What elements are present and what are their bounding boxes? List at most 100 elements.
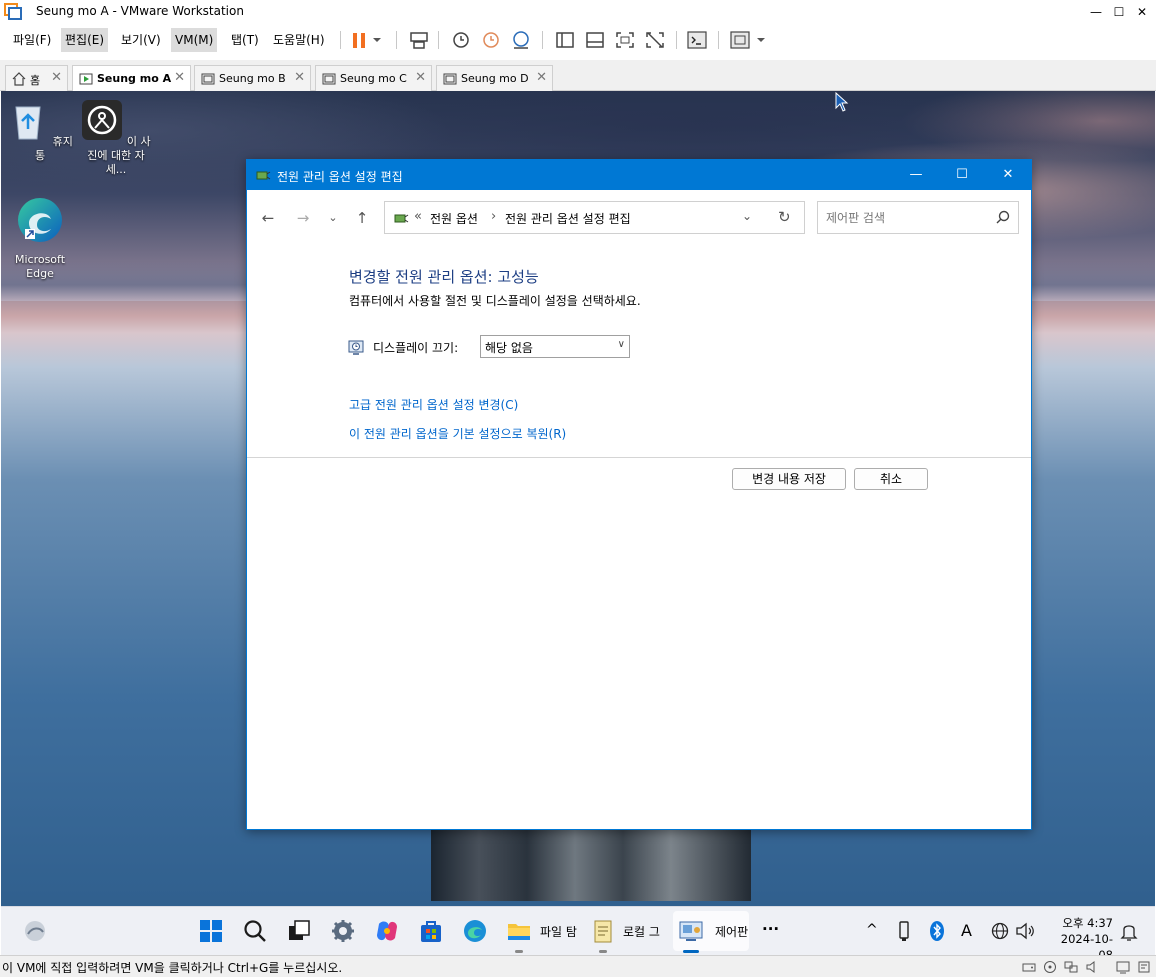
tab-seung-mo-a[interactable]: Seung mo A ✕	[72, 65, 191, 92]
usb-device-icon[interactable]	[894, 918, 914, 944]
snapshot-icon[interactable]	[450, 29, 472, 51]
power-window-titlebar[interactable]: 전원 관리 옵션 설정 편집 — ☐ ✕	[247, 160, 1031, 190]
network-icon[interactable]	[990, 918, 1010, 944]
revert-snapshot-icon[interactable]	[480, 29, 502, 51]
search-input[interactable]	[826, 208, 986, 228]
search-icon[interactable]	[996, 210, 1010, 224]
hard-disk-icon[interactable]	[1022, 960, 1036, 974]
tab-seung-mo-b[interactable]: Seung mo B ✕	[194, 65, 311, 91]
vm-icon	[443, 73, 457, 85]
input-method-indicator[interactable]: A	[961, 921, 972, 940]
volume-icon[interactable]	[1014, 918, 1036, 944]
cancel-button[interactable]: 취소	[854, 468, 928, 490]
close-icon[interactable]: ✕	[294, 70, 305, 85]
taskbar-app-label[interactable]: 제어판	[715, 923, 748, 940]
desktop-icon-label: Microsoft Edge	[14, 253, 66, 280]
menu-vm[interactable]: VM(M)	[171, 28, 218, 52]
breadcrumb-current[interactable]: 전원 관리 옵션 설정 편집	[505, 210, 631, 227]
status-bar: 이 VM에 직접 입력하려면 VM을 클릭하거나 Ctrl+G를 누르십시오.	[0, 955, 1156, 977]
send-ctrl-alt-del-icon[interactable]	[408, 29, 430, 51]
close-icon[interactable]: ✕	[174, 70, 185, 85]
notepad-icon[interactable]	[590, 918, 616, 944]
edge-icon[interactable]	[462, 918, 488, 944]
network-adapter-icon[interactable]	[1064, 960, 1078, 974]
snapshot-manager-icon[interactable]	[510, 29, 532, 51]
chevron-down-icon[interactable]	[370, 29, 384, 51]
minimize-button[interactable]: —	[893, 160, 939, 190]
active-indicator	[683, 950, 699, 953]
address-history-chevron-icon[interactable]: ⌄	[742, 209, 752, 223]
minimize-button[interactable]: —	[1085, 2, 1107, 22]
taskbar-app-label[interactable]: 파일 탐	[540, 923, 577, 940]
tab-label: Seung mo A	[97, 72, 172, 85]
settings-icon[interactable]	[330, 918, 356, 944]
show-hidden-icons-button[interactable]: ^	[866, 922, 878, 938]
widgets-icon[interactable]	[22, 918, 48, 944]
console-icon[interactable]	[686, 29, 708, 51]
unity-icon[interactable]	[644, 29, 666, 51]
menu-help[interactable]: 도움말(H)	[269, 28, 329, 52]
close-icon[interactable]: ✕	[51, 70, 62, 85]
desktop-icon-image-info[interactable]: 이 사진에 대한 자세...	[81, 99, 151, 177]
breadcrumb-power-options[interactable]: 전원 옵션	[430, 210, 478, 227]
menu-file[interactable]: 파일(F)	[9, 28, 55, 52]
wallpaper-pier	[431, 826, 751, 901]
restore-defaults-link[interactable]: 이 전원 관리 옵션을 기본 설정으로 복원(R)	[349, 425, 566, 442]
power-options-icon	[256, 171, 271, 180]
full-screen-icon[interactable]	[614, 29, 636, 51]
sound-card-icon[interactable]	[1085, 960, 1099, 974]
breadcrumb-overflow[interactable]: «	[414, 209, 422, 224]
more-apps-button[interactable]: ···	[762, 920, 779, 938]
display-icon[interactable]	[1116, 960, 1130, 974]
running-indicator	[599, 950, 607, 953]
thumbnail-bar-icon[interactable]	[584, 29, 606, 51]
up-arrow-icon[interactable]: ↑	[350, 208, 374, 228]
tab-label: 홈	[30, 74, 41, 87]
chevron-down-icon[interactable]	[754, 29, 768, 51]
search-box[interactable]	[817, 201, 1019, 234]
maximize-button[interactable]: ☐	[939, 160, 985, 190]
desktop-icon-recycle-bin[interactable]: 휴지통	[5, 99, 75, 163]
back-arrow-icon[interactable]: ←	[256, 208, 280, 228]
refresh-icon[interactable]: ↻	[778, 208, 791, 226]
close-icon[interactable]: ✕	[415, 70, 426, 85]
display-off-select[interactable]: 해당 없음 ∨	[480, 335, 630, 358]
address-bar[interactable]: « 전원 옵션 › 전원 관리 옵션 설정 편집 ⌄ ↻	[384, 201, 805, 234]
maximize-button[interactable]: ☐	[1108, 2, 1130, 22]
running-indicator	[515, 950, 523, 953]
tab-seung-mo-c[interactable]: Seung mo C ✕	[315, 65, 432, 91]
tab-home[interactable]: 홈 ✕	[5, 65, 68, 91]
message-log-icon[interactable]	[1137, 960, 1151, 974]
advanced-settings-link[interactable]: 고급 전원 관리 옵션 설정 변경(C)	[349, 396, 518, 413]
taskbar-app-label[interactable]: 로컬 그	[623, 923, 660, 940]
stretch-guest-icon[interactable]	[729, 29, 751, 51]
vm-running-icon	[79, 73, 93, 85]
recent-locations-chevron-icon[interactable]: ⌄	[321, 208, 345, 228]
bluetooth-icon[interactable]	[927, 918, 947, 944]
breadcrumb-separator[interactable]: ›	[491, 209, 496, 224]
chevron-down-icon: ∨	[617, 339, 625, 350]
menu-tabs[interactable]: 탭(T)	[227, 28, 263, 52]
forward-arrow-icon[interactable]: →	[291, 208, 315, 228]
tab-seung-mo-d[interactable]: Seung mo D ✕	[436, 65, 553, 91]
sidebar-icon[interactable]	[554, 29, 576, 51]
power-options-content: 변경할 전원 관리 옵션: 고성능 컴퓨터에서 사용할 절전 및 디스플레이 설…	[247, 246, 1031, 459]
search-icon[interactable]	[242, 918, 268, 944]
notification-bell-icon[interactable]	[1119, 918, 1139, 944]
close-button[interactable]: ✕	[985, 160, 1031, 190]
menu-view[interactable]: 보기(V)	[117, 28, 165, 52]
menu-edit[interactable]: 편집(E)	[61, 28, 109, 52]
control-panel-icon[interactable]	[678, 918, 704, 944]
store-icon[interactable]	[418, 918, 444, 944]
close-button[interactable]: ✕	[1131, 2, 1153, 22]
pause-icon[interactable]	[348, 29, 370, 51]
copilot-icon[interactable]	[374, 918, 400, 944]
power-options-window: 전원 관리 옵션 설정 편집 — ☐ ✕ ← → ⌄ ↑ « 전원 옵션 › 전…	[246, 159, 1032, 830]
start-icon[interactable]	[198, 918, 224, 944]
task-view-icon[interactable]	[286, 918, 312, 944]
save-changes-button[interactable]: 변경 내용 저장	[732, 468, 846, 490]
close-icon[interactable]: ✕	[536, 70, 547, 85]
desktop-icon-edge[interactable]: Microsoft Edge	[5, 195, 75, 281]
cd-drive-icon[interactable]	[1043, 960, 1057, 974]
file-explorer-icon[interactable]	[506, 918, 532, 944]
